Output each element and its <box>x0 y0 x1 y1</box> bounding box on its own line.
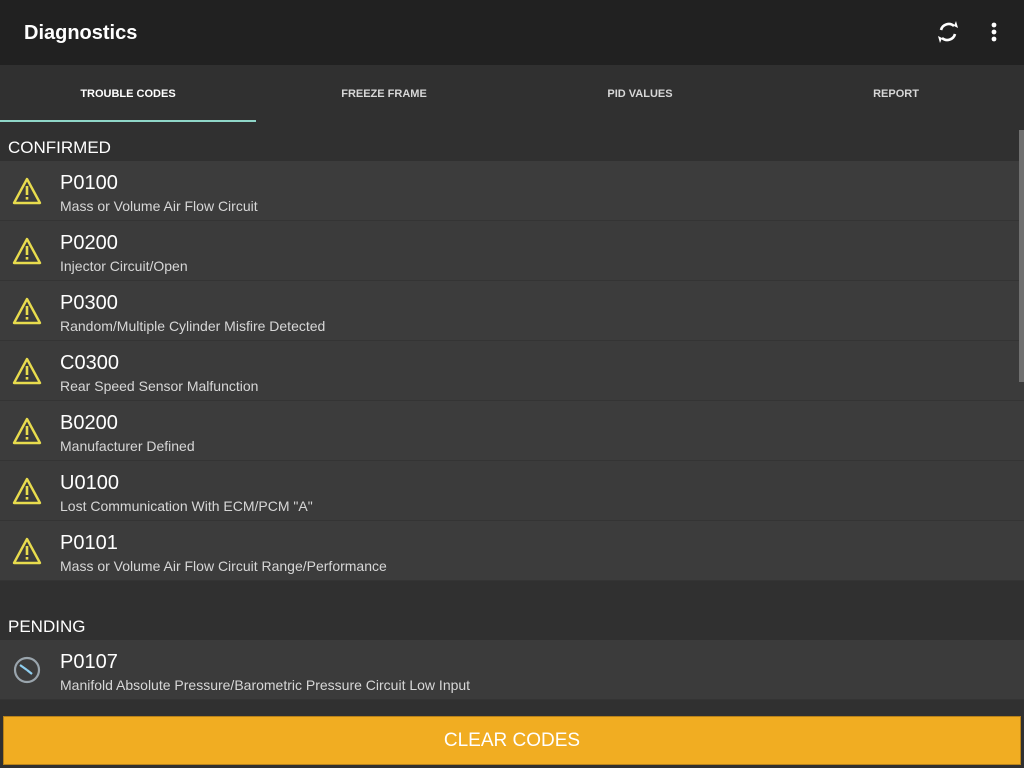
list-item[interactable]: P0107 Manifold Absolute Pressure/Baromet… <box>0 640 1024 700</box>
trouble-code: P0300 <box>60 292 118 314</box>
warning-icon <box>12 417 42 445</box>
pending-heading: PENDING <box>8 617 86 636</box>
trouble-code-description: Manifold Absolute Pressure/Barometric Pr… <box>60 677 471 693</box>
list-item[interactable]: P0300 Random/Multiple Cylinder Misfire D… <box>0 281 1024 341</box>
tab-bar: TROUBLE CODES FREEZE FRAME PID VALUES RE… <box>0 65 1024 122</box>
trouble-code-description: Rear Speed Sensor Malfunction <box>60 378 259 394</box>
list-item[interactable]: P0101 Mass or Volume Air Flow Circuit Ra… <box>0 521 1024 581</box>
warning-icon <box>12 237 42 265</box>
tab-report[interactable]: REPORT <box>768 65 1024 122</box>
trouble-code-description: Mass or Volume Air Flow Circuit <box>60 198 258 214</box>
trouble-code-description: Random/Multiple Cylinder Misfire Detecte… <box>60 318 326 334</box>
warning-icon <box>12 297 42 325</box>
tab-trouble-codes[interactable]: TROUBLE CODES <box>0 65 256 122</box>
clock-icon <box>12 656 42 684</box>
warning-icon <box>12 357 42 385</box>
trouble-code: P0101 <box>60 532 118 554</box>
trouble-code: B0200 <box>60 412 118 434</box>
app-bar: Diagnostics <box>0 0 1024 65</box>
trouble-code-description: Mass or Volume Air Flow Circuit Range/Pe… <box>60 558 387 574</box>
trouble-code: P0100 <box>60 172 118 194</box>
list-item[interactable]: P0100 Mass or Volume Air Flow Circuit <box>0 161 1024 221</box>
more-vert-icon[interactable] <box>980 18 1008 46</box>
warning-icon <box>12 477 42 505</box>
page-title: Diagnostics <box>24 22 138 44</box>
tab-freeze-frame[interactable]: FREEZE FRAME <box>256 65 512 122</box>
warning-icon <box>12 537 42 565</box>
trouble-code-description: Injector Circuit/Open <box>60 258 188 274</box>
trouble-code-description: Lost Communication With ECM/PCM "A" <box>60 498 313 514</box>
trouble-code: P0200 <box>60 232 118 254</box>
list-item[interactable]: P0200 Injector Circuit/Open <box>0 221 1024 281</box>
warning-icon <box>12 177 42 205</box>
trouble-code: P0107 <box>60 651 118 673</box>
trouble-code-description: Manufacturer Defined <box>60 438 195 454</box>
list-item[interactable]: B0200 Manufacturer Defined <box>0 401 1024 461</box>
scrollbar[interactable] <box>1019 130 1024 382</box>
confirmed-heading: CONFIRMED <box>8 138 111 157</box>
list-item[interactable]: U0100 Lost Communication With ECM/PCM "A… <box>0 461 1024 521</box>
tab-pid-values[interactable]: PID VALUES <box>512 65 768 122</box>
trouble-code-list[interactable]: CONFIRMED P0100 Mass or Volume Air Flow … <box>0 122 1024 707</box>
clear-codes-button[interactable]: CLEAR CODES <box>3 716 1021 765</box>
list-item[interactable]: C0300 Rear Speed Sensor Malfunction <box>0 341 1024 401</box>
refresh-icon[interactable] <box>934 18 962 46</box>
trouble-code: C0300 <box>60 352 119 374</box>
trouble-code: U0100 <box>60 472 119 494</box>
